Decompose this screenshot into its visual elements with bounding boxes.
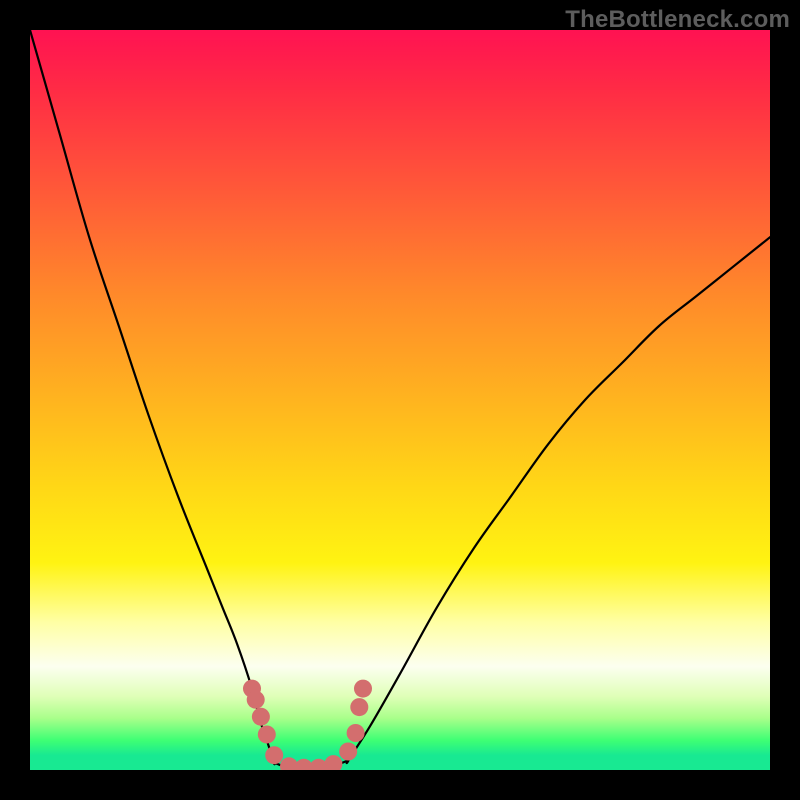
- chart-frame: TheBottleneck.com: [0, 0, 800, 800]
- bottleneck-curve: [30, 30, 770, 768]
- data-point-marker: [265, 746, 283, 764]
- data-point-marker: [324, 755, 342, 770]
- watermark-text: TheBottleneck.com: [565, 6, 790, 34]
- plot-area: [30, 30, 770, 770]
- data-point-marker: [347, 724, 365, 742]
- marker-group: [243, 680, 372, 770]
- data-point-marker: [252, 708, 270, 726]
- curve-group: [30, 30, 770, 768]
- data-point-marker: [247, 691, 265, 709]
- data-point-marker: [354, 680, 372, 698]
- data-point-marker: [258, 725, 276, 743]
- chart-svg: [30, 30, 770, 770]
- data-point-marker: [350, 698, 368, 716]
- data-point-marker: [339, 743, 357, 761]
